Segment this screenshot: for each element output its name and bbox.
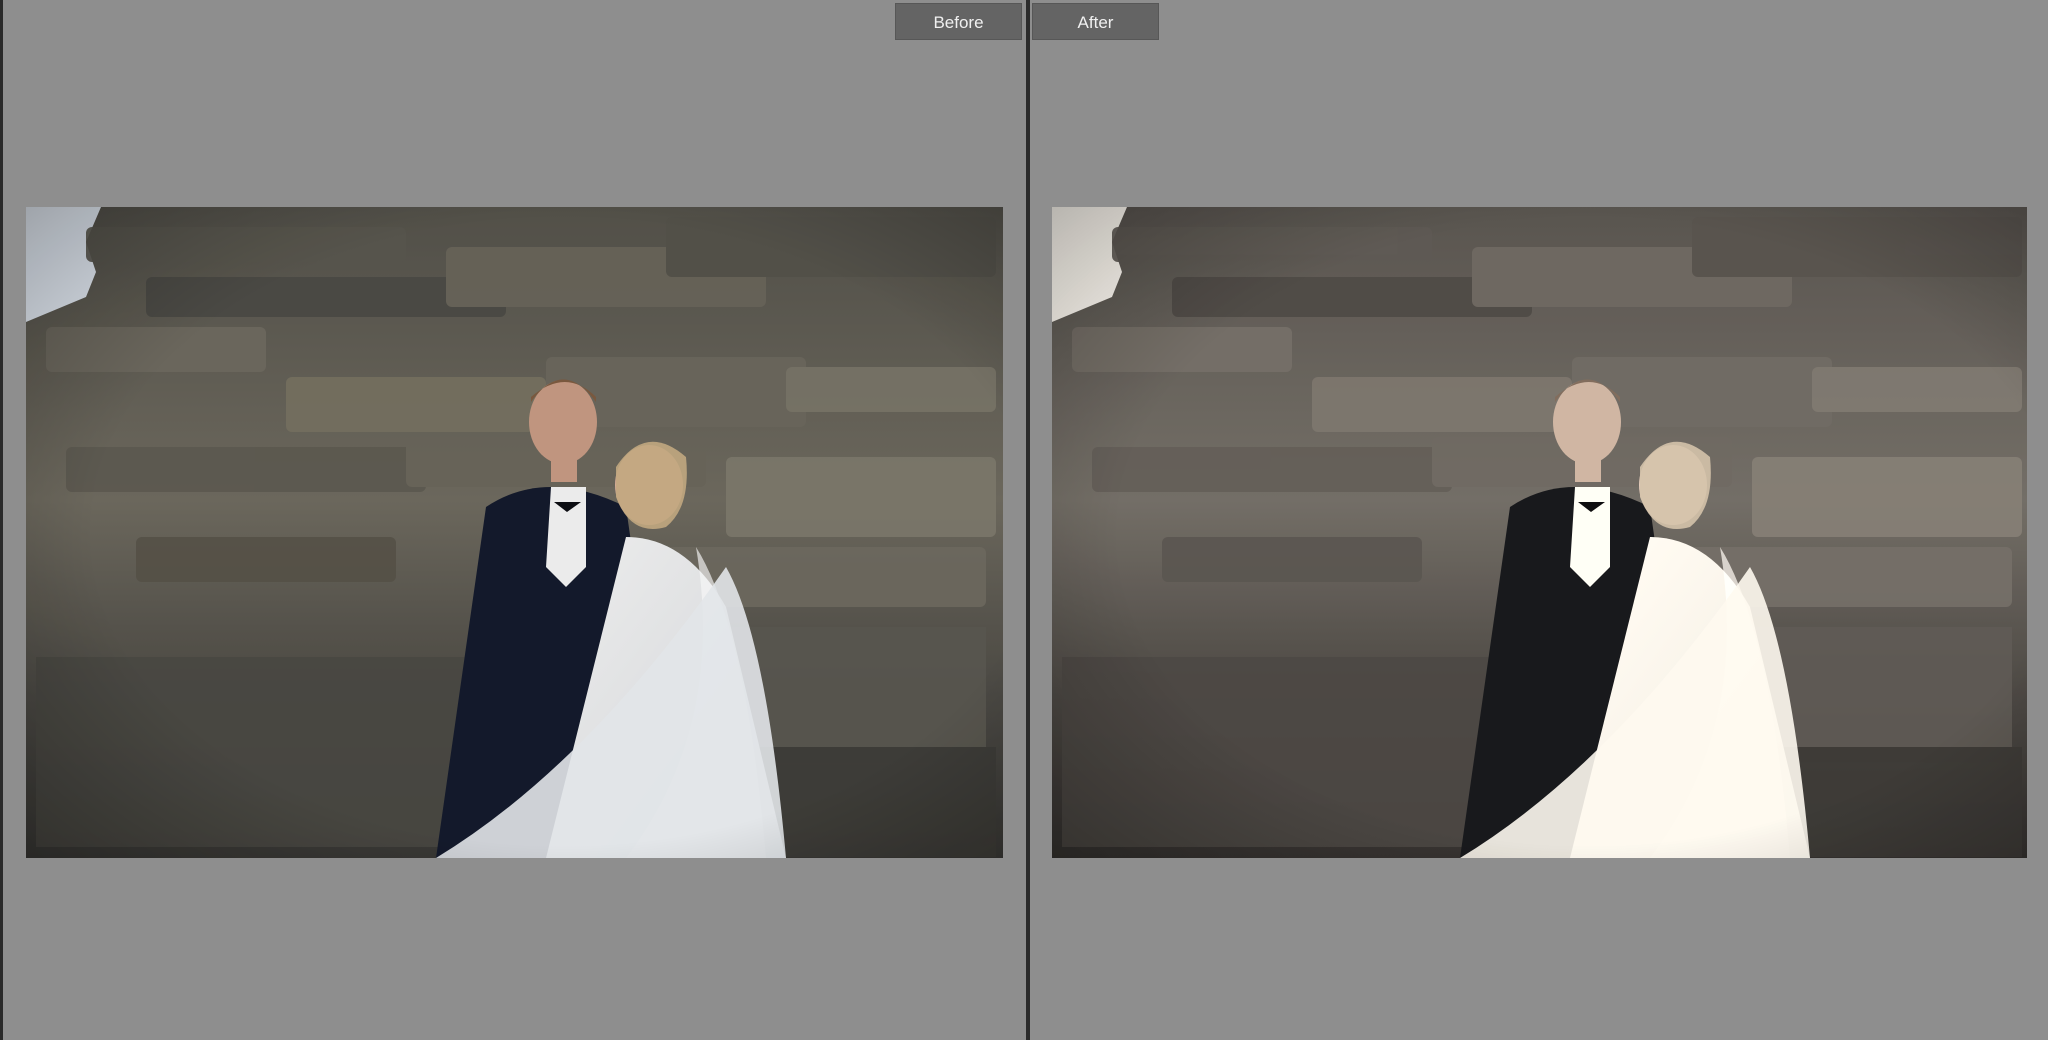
left-edge xyxy=(0,0,3,1040)
after-pane: After xyxy=(1030,0,2048,1040)
before-photo[interactable] xyxy=(26,207,1003,858)
after-label: After xyxy=(1032,3,1159,40)
after-photo[interactable] xyxy=(1052,207,2027,858)
before-label: Before xyxy=(895,3,1022,40)
before-after-compare-view: Before After xyxy=(0,0,2048,1040)
before-photo-image xyxy=(26,207,1003,858)
after-photo-image xyxy=(1052,207,2027,858)
before-pane: Before xyxy=(0,0,1026,1040)
